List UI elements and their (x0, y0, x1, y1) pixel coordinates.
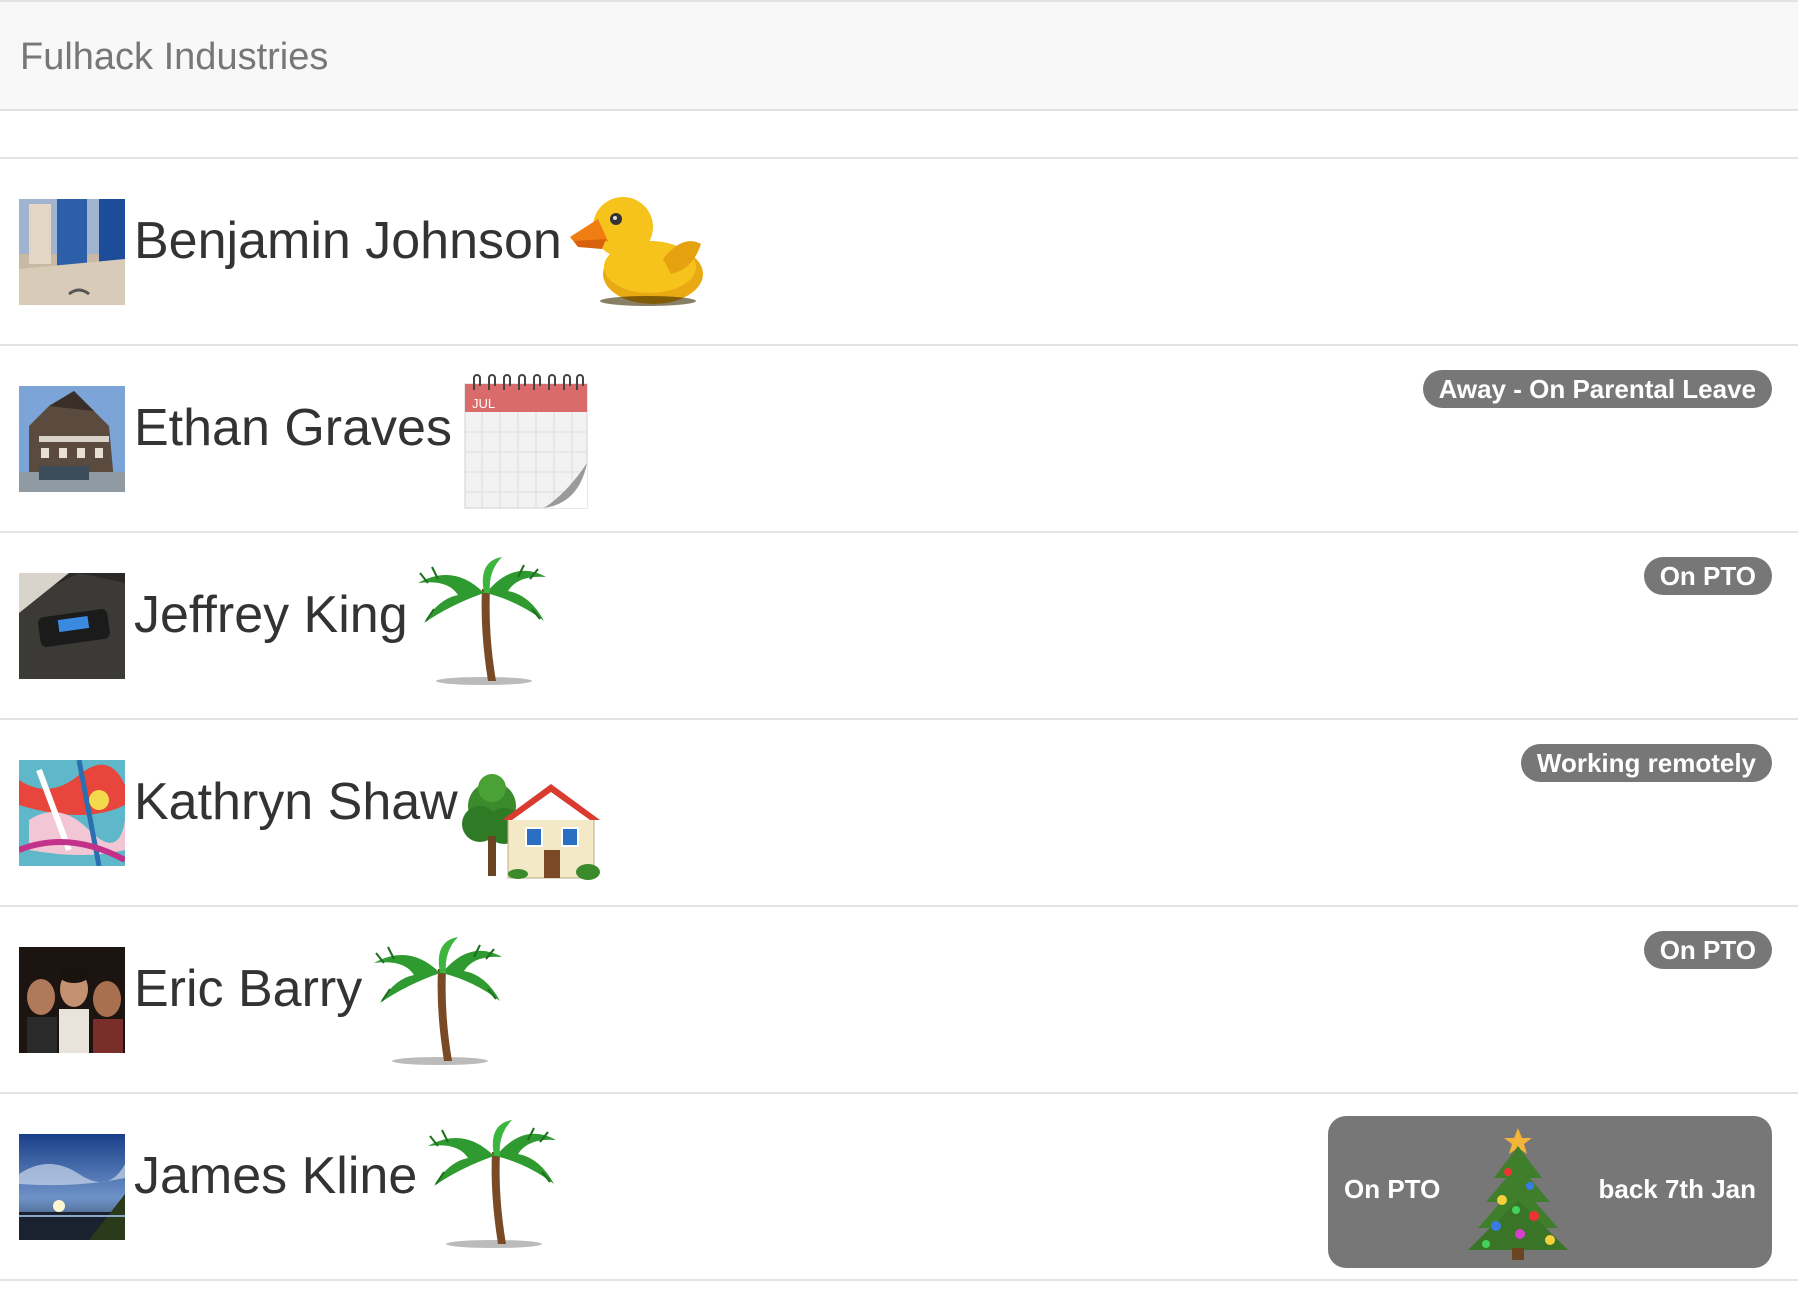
avatar (19, 947, 125, 1053)
status-text: On PTO (1344, 1174, 1441, 1204)
status-badge: On PTO (1328, 1116, 1772, 1268)
avatar (19, 386, 125, 492)
avatar (19, 760, 125, 866)
rubber-duck-icon (568, 189, 708, 314)
status-badge: On PTO (1643, 557, 1772, 595)
person-name[interactable]: James Kline (134, 1146, 417, 1206)
christmas-tree-icon (1458, 1122, 1578, 1269)
app-root: Fulhack Industries Benjamin Johnson Etha… (0, 0, 1798, 1310)
person-name[interactable]: Benjamin Johnson (134, 211, 562, 271)
person-name[interactable]: Eric Barry (134, 959, 362, 1019)
palm-tree-icon (414, 557, 548, 692)
avatar (19, 1134, 125, 1240)
calendar-icon: JUL (464, 370, 590, 515)
house-with-garden-icon (462, 766, 604, 885)
status-badge: Working remotely (1520, 744, 1772, 782)
avatar (19, 573, 125, 679)
palm-tree-icon (424, 1120, 558, 1255)
person-name[interactable]: Jeffrey King (134, 585, 408, 645)
list-item[interactable]: Kathryn Shaw Working remotely (0, 720, 1798, 907)
status-badge: Away - On Parental Leave (1422, 370, 1772, 408)
status-badge: On PTO (1643, 931, 1772, 969)
person-name[interactable]: Kathryn Shaw (134, 772, 458, 832)
status-return-text: back 7th Jan (1598, 1174, 1756, 1204)
avatar (19, 199, 125, 305)
navbar: Fulhack Industries (0, 0, 1798, 111)
list-item[interactable]: Eric Barry On PTO (0, 907, 1798, 1094)
list-item[interactable]: Jeffrey King On PTO (0, 533, 1798, 720)
person-name[interactable]: Ethan Graves (134, 398, 452, 458)
brand-title[interactable]: Fulhack Industries (20, 36, 328, 79)
list-item[interactable]: James Kline On PTO back 7th Jan (0, 1094, 1798, 1281)
list-item[interactable]: Ethan Graves JUL Away - On Parental Leav… (0, 346, 1798, 533)
palm-tree-icon (370, 937, 504, 1072)
calendar-month: JUL (472, 396, 495, 411)
list-item[interactable]: Benjamin Johnson (0, 159, 1798, 346)
